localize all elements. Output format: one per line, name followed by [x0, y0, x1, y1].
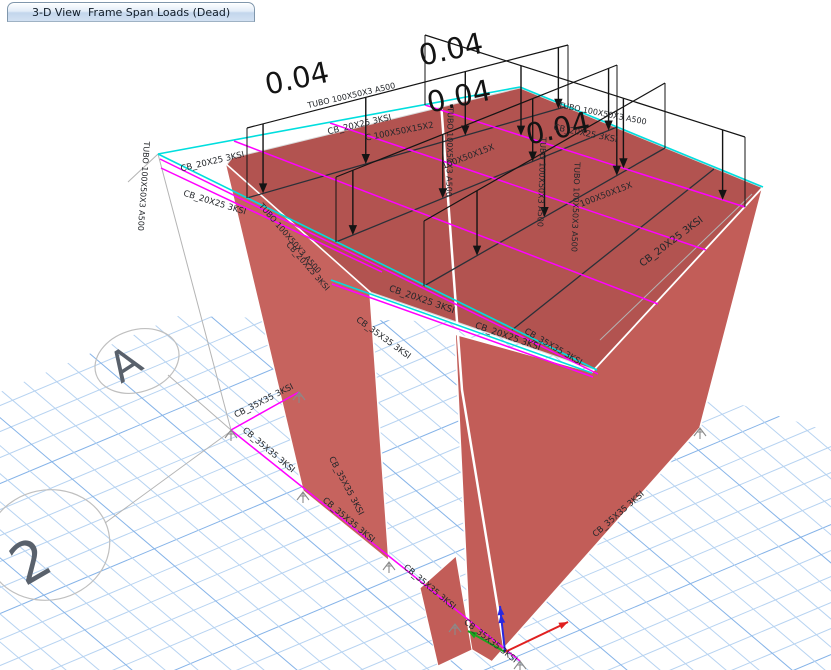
viewport-3d[interactable]: A2B0.040.040.040.04TUBO 100X50X3 A500CB_… — [0, 0, 831, 670]
grid-line — [0, 418, 831, 670]
frame-wireframe[interactable] — [105, 431, 231, 523]
support-symbol[interactable] — [514, 661, 526, 670]
frame-wireframe[interactable] — [168, 375, 231, 430]
axis-x-head — [558, 622, 568, 629]
wall-shell-lower[interactable] — [420, 556, 472, 666]
grid-line — [0, 200, 80, 670]
grid-line — [0, 548, 831, 670]
grid-line — [0, 574, 831, 670]
bubble-letter: 2 — [0, 525, 62, 599]
bubble-letter: A — [100, 335, 151, 392]
shell-walls[interactable] — [225, 88, 763, 666]
support-symbol[interactable] — [383, 562, 395, 573]
grid-line — [0, 200, 146, 670]
frame-section-label: TUBO 100X50X3 A500 — [136, 140, 151, 231]
support-symbol[interactable] — [225, 430, 237, 441]
grid-line — [0, 496, 831, 670]
grid-line — [734, 200, 831, 670]
grid-line — [0, 522, 831, 670]
grid-line — [0, 392, 831, 670]
grid-line — [0, 652, 831, 670]
grid-line — [0, 600, 831, 670]
grid-bubble-A: A — [87, 318, 188, 404]
frame-section-label: CB_35X35 3KSI — [240, 426, 296, 475]
grid-line — [800, 200, 831, 670]
load-value-label: 0.04 — [262, 55, 332, 102]
load-value-label: 0.04 — [416, 26, 486, 73]
frame-section-label: TUBO 100X50X3 A500 — [444, 106, 455, 197]
view-tab[interactable]: 3-D View Frame Span Loads (Dead) — [7, 2, 255, 22]
application-window: A2B0.040.040.040.04TUBO 100X50X3 A500CB_… — [0, 0, 831, 670]
